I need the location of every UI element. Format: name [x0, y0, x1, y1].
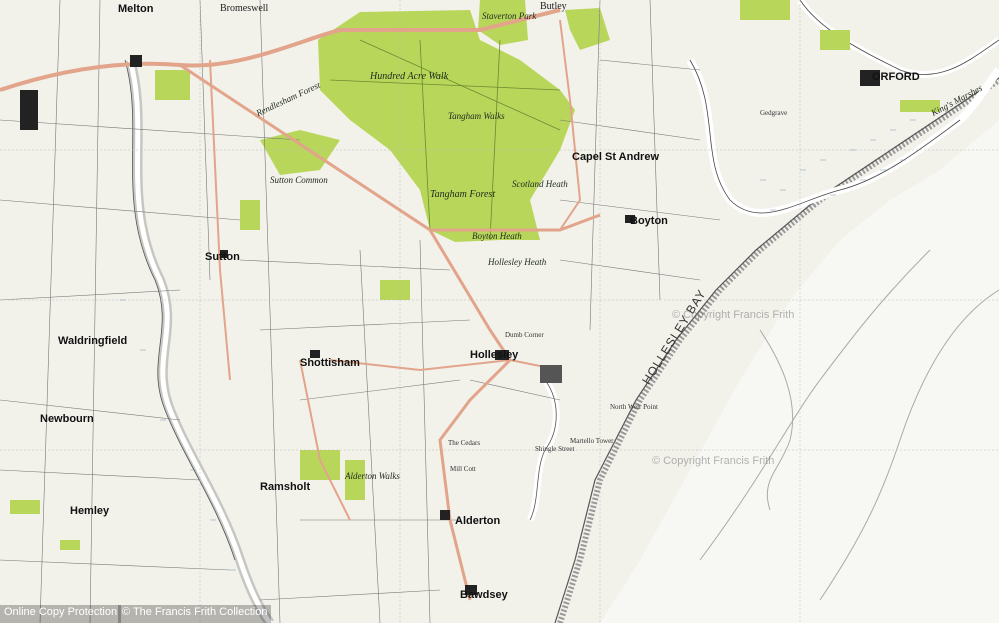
watermark: © Copyright Francis Frith — [672, 309, 795, 321]
woodland — [10, 500, 40, 514]
label-boyton-heath: Boyton Heath — [472, 231, 522, 241]
butley-woods — [565, 8, 610, 50]
label-gedgrave: Gedgrave — [760, 109, 788, 117]
label-waldringfield: Waldringfield — [58, 335, 128, 347]
label-melton: Melton — [118, 3, 154, 15]
woodland — [820, 30, 850, 50]
woodland — [380, 280, 410, 300]
label-newbourn: Newbourn — [40, 413, 94, 425]
label-bromeswell: Bromeswell — [220, 3, 269, 14]
label-scotland-heath: Scotland Heath — [512, 179, 568, 189]
map-canvas — [0, 0, 999, 623]
label-sutton-common: Sutton Common — [270, 175, 328, 185]
label-sutton: Sutton — [205, 251, 240, 263]
woodland — [60, 540, 80, 550]
label-hollesley: Hollesley — [470, 349, 519, 361]
label-dumb-corner: Dumb Corner — [505, 331, 544, 339]
watermark: © Copyright Francis Frith — [652, 455, 775, 467]
footer-copyright: © The Francis Frith Collection — [118, 605, 272, 623]
label-bawdsey: Bawdsey — [460, 589, 508, 601]
label-mill-cott: Mill Cott — [450, 465, 476, 473]
tangham-forest — [318, 10, 575, 242]
label-shingle-street: Shingle Street — [535, 445, 575, 453]
label-orford: ORFORD — [872, 71, 920, 83]
label-hundred-acre-walk: Hundred Acre Walk — [370, 71, 449, 82]
label-alderton-walks: Alderton Walks — [345, 471, 400, 481]
label-butley: Butley — [540, 1, 567, 12]
woodland — [740, 0, 790, 20]
label-hollesley-heath: Hollesley Heath — [488, 257, 547, 267]
woodland — [155, 70, 190, 100]
label-tangham-forest: Tangham Forest — [430, 189, 496, 200]
footer-protection: Online Copy Protection — [0, 605, 122, 623]
label-capel-st-andrew: Capel St Andrew — [572, 151, 659, 163]
label-the-cedars: The Cedars — [448, 439, 481, 447]
label-boyton: Boyton — [630, 215, 668, 227]
label-hemley: Hemley — [70, 505, 110, 517]
label-alderton: Alderton — [455, 515, 501, 527]
rendlesham-edge — [260, 130, 340, 175]
label-martello-tower: Martello Tower — [570, 437, 614, 445]
historic-map[interactable]: Melton Bromeswell Butley ORFORD Sutton S… — [0, 0, 999, 623]
woodland — [240, 200, 260, 230]
label-north-weir-point: North Weir Point — [610, 403, 658, 411]
woodland — [300, 450, 340, 480]
label-staverton-park: Staverton Park — [482, 11, 537, 21]
label-ramsholt: Ramsholt — [260, 481, 311, 493]
label-shottisham: Shottisham — [300, 357, 360, 369]
label-tangham-walks: Tangham Walks — [448, 111, 505, 121]
